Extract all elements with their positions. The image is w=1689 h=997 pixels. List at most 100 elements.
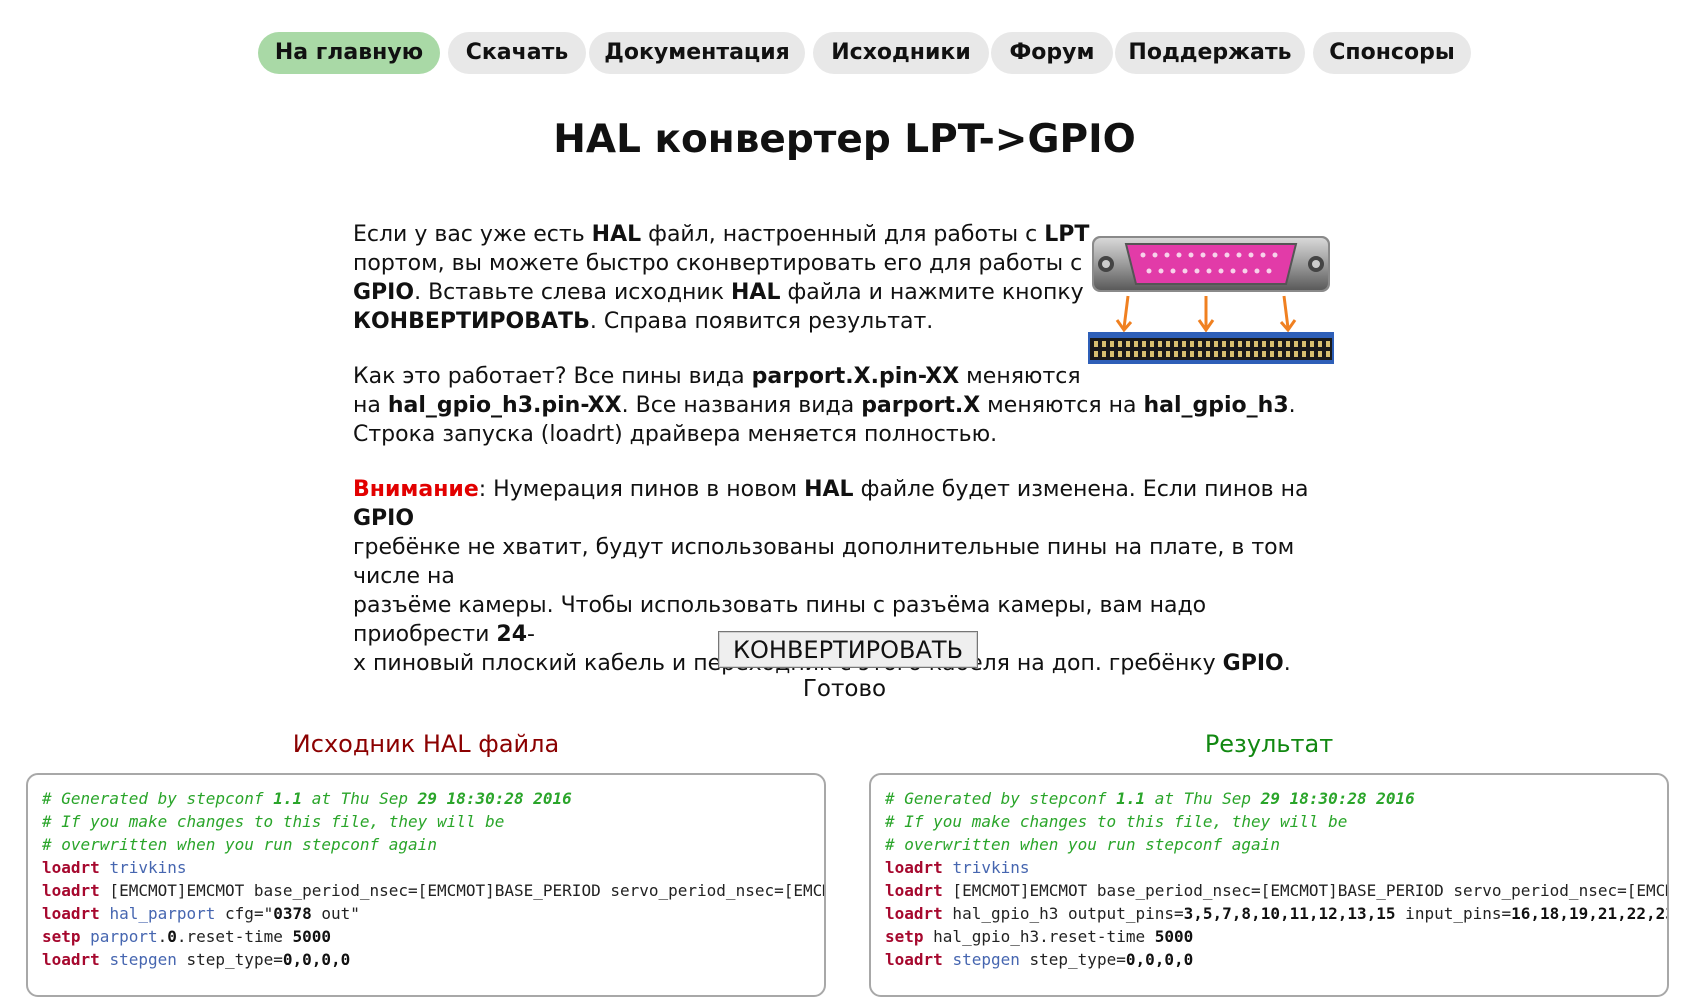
lpt-gpio-illustration <box>1088 228 1334 364</box>
code-token: step_type= <box>1019 950 1126 969</box>
code-token: 1.1 <box>273 789 303 808</box>
text-run: 24 <box>496 622 528 647</box>
source-code: # Generated by stepconf 1.1 at Thu Sep 2… <box>42 787 824 971</box>
code-line: # overwritten when you run stepconf agai… <box>42 833 824 856</box>
code-token: 0,0,0,0 <box>1125 950 1194 969</box>
text-run: . Все названия вида <box>621 393 862 418</box>
status-text: Готово <box>802 676 887 702</box>
code-token: step_type= <box>176 950 283 969</box>
code-line: loadrt trivkins <box>42 856 824 879</box>
text-run: файла и нажмите кнопку <box>780 280 1084 305</box>
text-run: : Нумерация пинов в новом <box>478 477 805 502</box>
text-run: GPIO <box>353 280 415 305</box>
text-run: . <box>1283 651 1291 676</box>
code-token: 5000 <box>1154 927 1194 946</box>
intro-paragraph-1: Если у вас уже есть HAL файл, настроенны… <box>353 220 1093 336</box>
code-line: loadrt [EMCMOT]EMCMOT base_period_nsec=[… <box>42 879 824 902</box>
text-run: Внимание <box>353 477 479 502</box>
text-run: LPT <box>1044 222 1090 247</box>
text-run: HAL <box>591 222 642 247</box>
source-title: Исходник HAL файла <box>292 730 560 758</box>
code-token: stepgen <box>109 950 177 969</box>
text-run: файле будет изменена. Если пинов на <box>853 477 1309 502</box>
page-title: HAL конвертер LPT->GPIO <box>553 117 1136 162</box>
convert-button[interactable]: КОНВЕРТИРОВАТЬ <box>718 631 978 668</box>
text-run: hal_gpio_h3.pin-XX <box>387 393 622 418</box>
text-run: Строка запуска (loadrt) драйвера меняетс… <box>353 422 998 447</box>
result-editor[interactable]: # Generated by stepconf 1.1 at Thu Sep 2… <box>869 773 1669 997</box>
text-run: GPIO <box>1222 651 1284 676</box>
code-token: 16,18,19,21,22,23 <box>1511 904 1669 923</box>
text-run: parport.X.pin-XX <box>751 364 960 389</box>
nav-sponsors[interactable]: Спонсоры <box>1313 32 1471 74</box>
code-line: loadrt trivkins <box>885 856 1667 879</box>
code-token: # overwritten when you run stepconf agai… <box>885 835 1280 854</box>
code-line: loadrt hal_parport cfg="0378 out" <box>42 902 824 925</box>
text-run: HAL <box>731 280 781 305</box>
text-run: гребёнке не хватит, будут использованы д… <box>353 535 1295 589</box>
code-token: loadrt <box>885 881 943 900</box>
code-line: # If you make changes to this file, they… <box>42 810 824 833</box>
code-token: loadrt <box>885 858 943 877</box>
code-token: # overwritten when you run stepconf agai… <box>42 835 437 854</box>
code-token: loadrt <box>42 904 100 923</box>
nav-download[interactable]: Скачать <box>448 32 586 74</box>
code-token: trivkins <box>952 858 1030 877</box>
result-code: # Generated by stepconf 1.1 at Thu Sep 2… <box>885 787 1669 971</box>
code-token: # Generated by stepconf <box>42 789 274 808</box>
lpt-to-gpio-icon <box>1088 236 1334 364</box>
code-line: loadrt stepgen step_type=0,0,0,0 <box>42 948 824 971</box>
nav-docs[interactable]: Документация <box>589 32 805 74</box>
code-token: loadrt <box>42 950 100 969</box>
code-line: # If you make changes to this file, they… <box>885 810 1667 833</box>
code-token: loadrt <box>42 858 100 877</box>
nav-sources[interactable]: Исходники <box>813 32 989 74</box>
code-token: input_pins= <box>1395 904 1512 923</box>
code-line: loadrt hal_gpio_h3 output_pins=3,5,7,8,1… <box>885 902 1669 925</box>
code-line: loadrt [EMCMOT]EMCMOT base_period_nsec=[… <box>885 879 1667 902</box>
source-editor[interactable]: # Generated by stepconf 1.1 at Thu Sep 2… <box>26 773 826 997</box>
code-line: # Generated by stepconf 1.1 at Thu Sep 2… <box>42 787 824 810</box>
code-token: stepgen <box>952 950 1020 969</box>
code-line: loadrt stepgen step_type=0,0,0,0 <box>885 948 1667 971</box>
code-token: .reset-time <box>176 927 293 946</box>
code-token: loadrt <box>885 950 943 969</box>
code-token: 1.1 <box>1116 789 1146 808</box>
code-token: setp <box>885 927 924 946</box>
code-token: at Thu Sep <box>1145 789 1261 808</box>
code-line: setp hal_gpio_h3.reset-time 5000 <box>885 925 1667 948</box>
text-run: Как это работает? Все пины вида <box>353 364 752 389</box>
code-line: setp parport.0.reset-time 5000 <box>42 925 824 948</box>
code-token: [EMCMOT]EMCMOT base_period_nsec=[EMCMOT]… <box>952 881 1667 900</box>
code-token: setp <box>42 927 81 946</box>
nav-home[interactable]: На главную <box>258 32 440 74</box>
text-run: портом, вы можете быстро сконвертировать… <box>353 251 1083 276</box>
code-token: hal_parport <box>109 904 216 923</box>
code-token: 29 18:30:28 2016 <box>417 789 572 808</box>
intro-paragraph-2: Как это работает? Все пины вида parport.… <box>353 362 1313 449</box>
text-run: . <box>1288 393 1296 418</box>
code-token: loadrt <box>42 881 100 900</box>
text-run: . Справа появится результат. <box>589 309 934 334</box>
code-token: 0 <box>167 927 177 946</box>
text-run: меняются на <box>980 393 1144 418</box>
main-nav: На главную Скачать Документация Исходник… <box>0 32 1689 76</box>
nav-forum[interactable]: Форум <box>991 32 1113 74</box>
text-run: HAL <box>804 477 854 502</box>
code-token: loadrt <box>885 904 943 923</box>
code-token: 29 18:30:28 2016 <box>1260 789 1415 808</box>
text-run: на <box>353 393 388 418</box>
code-token: parport <box>90 927 158 946</box>
nav-donate[interactable]: Поддержать <box>1115 32 1305 74</box>
text-run: GPIO <box>353 506 415 531</box>
code-token: cfg=" <box>215 904 274 923</box>
code-token: 0,0,0,0 <box>282 950 351 969</box>
text-run: parport.X <box>861 393 981 418</box>
code-token: # If you make changes to this file, they… <box>42 812 505 831</box>
code-token: 3,5,7,8,10,11,12,13,15 <box>1183 904 1396 923</box>
